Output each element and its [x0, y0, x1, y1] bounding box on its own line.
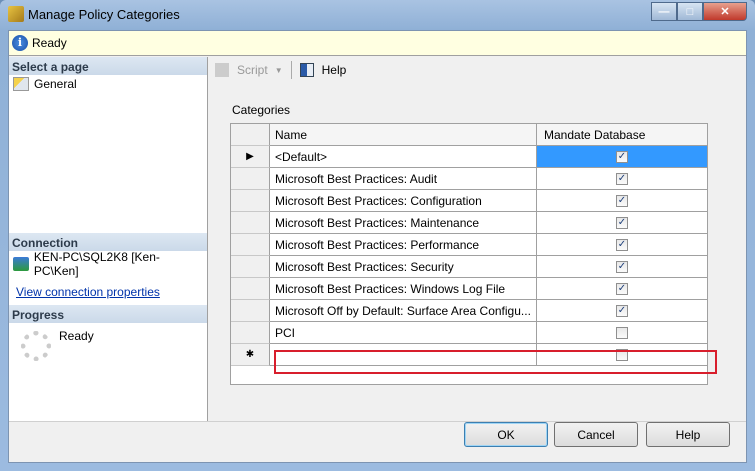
mandate-checkbox[interactable]: [616, 326, 628, 339]
help-toolbar-button[interactable]: Help: [298, 61, 349, 79]
category-name-cell[interactable]: Microsoft Off by Default: Surface Area C…: [270, 300, 537, 322]
close-button[interactable]: ✕: [703, 2, 747, 21]
table-row[interactable]: Microsoft Off by Default: Surface Area C…: [231, 300, 707, 322]
mandate-checkbox[interactable]: ✓: [616, 216, 628, 229]
status-bar: i Ready: [9, 31, 746, 56]
page-general[interactable]: General: [9, 75, 207, 93]
row-header[interactable]: [231, 322, 270, 344]
ok-button[interactable]: OK: [464, 422, 548, 447]
mandate-checkbox[interactable]: ✓: [616, 260, 628, 273]
corner-header: [231, 124, 270, 146]
page-label: General: [34, 77, 77, 91]
connection-text: KEN-PC\SQL2K8 [Ken-PC\Ken]: [33, 250, 160, 278]
status-text: Ready: [32, 36, 67, 50]
window-title: Manage Policy Categories: [28, 7, 180, 22]
help-icon: [299, 63, 314, 77]
minimize-button[interactable]: —: [651, 2, 677, 21]
mandate-database-cell[interactable]: [537, 322, 707, 344]
progress-spinner-icon: [21, 331, 51, 361]
row-header[interactable]: [231, 168, 270, 190]
current-row-indicator-icon[interactable]: ▶: [231, 146, 270, 168]
table-row[interactable]: Microsoft Best Practices: Performance ✓: [231, 234, 707, 256]
table-row[interactable]: Microsoft Best Practices: Maintenance ✓: [231, 212, 707, 234]
help-label: Help: [321, 63, 347, 77]
view-connection-properties-link[interactable]: View connection properties: [9, 281, 207, 303]
mandate-database-cell[interactable]: ✓: [537, 256, 707, 278]
column-header-name[interactable]: Name: [270, 124, 537, 146]
new-row[interactable]: ✱: [231, 344, 707, 366]
select-page-header: Select a page: [9, 57, 207, 75]
mandate-database-cell[interactable]: ✓: [537, 168, 707, 190]
mandate-database-cell[interactable]: ✓: [537, 190, 707, 212]
column-header-mandate[interactable]: Mandate Database: [537, 124, 707, 146]
server-icon: [13, 257, 29, 271]
category-name-cell[interactable]: Microsoft Best Practices: Security: [270, 256, 537, 278]
mandate-checkbox[interactable]: ✓: [616, 172, 628, 185]
mandate-database-cell[interactable]: ✓: [537, 212, 707, 234]
mandate-database-cell[interactable]: [537, 344, 707, 366]
maximize-button[interactable]: □: [677, 2, 703, 21]
row-header[interactable]: [231, 278, 270, 300]
category-name-cell[interactable]: Microsoft Best Practices: Audit: [270, 168, 537, 190]
toolbar: Script ▼ Help: [209, 57, 348, 83]
connection-header: Connection: [9, 233, 207, 251]
category-name-cell[interactable]: Microsoft Best Practices: Performance: [270, 234, 537, 256]
categories-grid: Name Mandate Database ▶ <Default> ✓ Micr…: [230, 123, 708, 385]
mandate-checkbox[interactable]: ✓: [616, 304, 628, 317]
script-icon: [215, 63, 229, 77]
table-row[interactable]: Microsoft Best Practices: Audit ✓: [231, 168, 707, 190]
mandate-database-cell[interactable]: ✓: [537, 146, 707, 168]
mandate-checkbox[interactable]: ✓: [616, 194, 628, 207]
category-name-cell[interactable]: Microsoft Best Practices: Maintenance: [270, 212, 537, 234]
sidebar: Select a page General Connection KEN-PC\…: [9, 57, 208, 421]
table-row[interactable]: PCI: [231, 322, 707, 344]
mandate-database-cell[interactable]: ✓: [537, 278, 707, 300]
progress-status: Ready: [59, 329, 94, 343]
categories-label: Categories: [232, 103, 291, 117]
script-label: Script: [237, 63, 268, 77]
mandate-checkbox[interactable]: ✓: [616, 150, 628, 163]
table-row[interactable]: Microsoft Best Practices: Security ✓: [231, 256, 707, 278]
row-header[interactable]: [231, 300, 270, 322]
info-icon: i: [12, 35, 28, 51]
table-row[interactable]: Microsoft Best Practices: Windows Log Fi…: [231, 278, 707, 300]
dialog-window: Manage Policy Categories — □ ✕ i Ready S…: [0, 0, 755, 471]
category-name-cell[interactable]: Microsoft Best Practices: Configuration: [270, 190, 537, 212]
policy-icon: [8, 6, 24, 22]
mandate-checkbox[interactable]: ✓: [616, 282, 628, 295]
row-header[interactable]: [231, 190, 270, 212]
row-header[interactable]: [231, 212, 270, 234]
category-name-cell[interactable]: [270, 344, 537, 366]
help-button[interactable]: Help: [646, 422, 730, 447]
toolbar-divider: [290, 61, 292, 79]
mandate-checkbox[interactable]: [616, 348, 628, 361]
row-header[interactable]: [231, 234, 270, 256]
mandate-database-cell[interactable]: ✓: [537, 300, 707, 322]
table-row[interactable]: ▶ <Default> ✓: [231, 146, 707, 168]
category-name-cell[interactable]: PCI: [270, 322, 537, 344]
category-name-cell[interactable]: Microsoft Best Practices: Windows Log Fi…: [270, 278, 537, 300]
table-row[interactable]: Microsoft Best Practices: Configuration …: [231, 190, 707, 212]
cancel-button[interactable]: Cancel: [554, 422, 638, 447]
page-icon: [13, 77, 29, 91]
category-name-cell[interactable]: <Default>: [270, 146, 537, 168]
row-header[interactable]: [231, 256, 270, 278]
chevron-down-icon[interactable]: ▼: [275, 66, 283, 75]
script-button[interactable]: Script ▼: [213, 61, 285, 79]
mandate-database-cell[interactable]: ✓: [537, 234, 707, 256]
connection-info: KEN-PC\SQL2K8 [Ken-PC\Ken]: [9, 250, 207, 278]
new-row-icon[interactable]: ✱: [231, 344, 270, 366]
mandate-checkbox[interactable]: ✓: [616, 238, 628, 251]
progress-header: Progress: [9, 305, 207, 323]
